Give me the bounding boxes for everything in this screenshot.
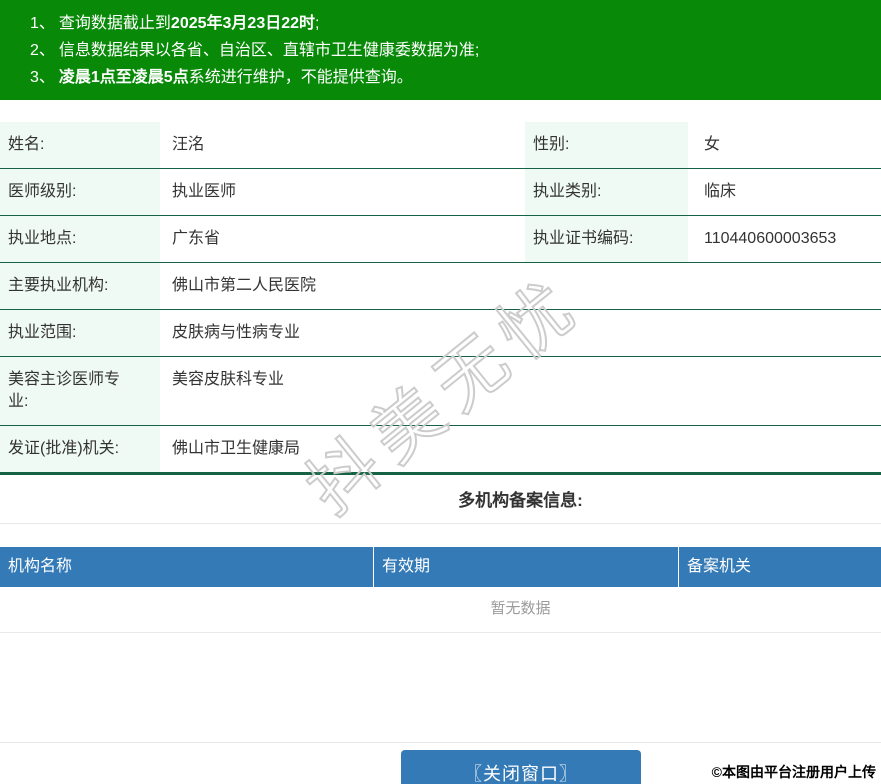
filing-section-title: 多机构备案信息: xyxy=(160,490,881,512)
notice-number: 1、 xyxy=(30,15,55,32)
table-row-name-gender: 姓名: 汪洺 性别: 女 xyxy=(0,122,881,169)
field-label-name: 姓名: xyxy=(0,122,160,168)
field-label-certificate-number: 执业证书编码: xyxy=(525,216,688,262)
table-row-location-certno: 执业地点: 广东省 执业证书编码: 110440600003653 xyxy=(0,216,881,263)
notice-text: 信息数据结果以各省、自治区、直辖市卫生健康委数据为准; xyxy=(59,42,479,59)
field-label-doctor-level: 医师级别: xyxy=(0,169,160,215)
field-value-name: 汪洺 xyxy=(160,122,525,168)
notice-line-2: 2、信息数据结果以各省、自治区、直辖市卫生健康委数据为准; xyxy=(30,37,871,64)
field-value-doctor-level: 执业医师 xyxy=(160,169,525,215)
table-row-practice-scope: 执业范围: 皮肤病与性病专业 xyxy=(0,310,881,357)
field-label-practice-scope: 执业范围: xyxy=(0,310,160,356)
divider-line xyxy=(0,523,881,524)
doctor-license-result-page: 1、查询数据截止到2025年3月23日22时; 2、信息数据结果以各省、自治区、… xyxy=(0,0,881,784)
field-label-issuing-authority: 发证(批准)机关: xyxy=(0,426,160,472)
field-label-main-institution: 主要执业机构: xyxy=(0,263,160,309)
field-value-certificate-number: 110440600003653 xyxy=(688,216,881,262)
filing-table-header: 机构名称 有效期 备案机关 xyxy=(0,547,881,587)
notice-line-1: 1、查询数据截止到2025年3月23日22时; xyxy=(30,10,871,37)
notice-text-bold: 2025年3月23日22时 xyxy=(171,15,315,32)
notice-line-3: 3、凌晨1点至凌晨5点系统进行维护，不能提供查询。 xyxy=(30,64,871,91)
close-window-button[interactable]: 〖关闭窗口〗 xyxy=(401,750,641,784)
field-value-practice-category: 临床 xyxy=(688,169,881,215)
notice-number: 3、 xyxy=(30,69,55,86)
column-header-filing-authority: 备案机关 xyxy=(679,547,881,587)
table-row-main-institution: 主要执业机构: 佛山市第二人民医院 xyxy=(0,263,881,310)
field-label-cosmetic-specialty: 美容主诊医师专业: xyxy=(0,357,160,425)
notice-text: ; xyxy=(315,15,319,32)
field-value-issuing-authority: 佛山市卫生健康局 xyxy=(160,426,881,472)
field-value-practice-scope: 皮肤病与性病专业 xyxy=(160,310,881,356)
column-header-institution-name: 机构名称 xyxy=(0,547,374,587)
field-value-practice-location: 广东省 xyxy=(160,216,525,262)
notice-number: 2、 xyxy=(30,42,55,59)
column-header-validity-period: 有效期 xyxy=(374,547,679,587)
table-row-level-category: 医师级别: 执业医师 执业类别: 临床 xyxy=(0,169,881,216)
empty-data-row: 暂无数据 xyxy=(0,587,881,633)
notice-text: 查询数据截止到 xyxy=(59,15,171,32)
field-value-cosmetic-specialty: 美容皮肤科专业 xyxy=(160,357,881,425)
table-row-cosmetic-specialty: 美容主诊医师专业: 美容皮肤科专业 xyxy=(0,357,881,426)
field-label-practice-location: 执业地点: xyxy=(0,216,160,262)
doctor-info-table: 姓名: 汪洺 性别: 女 医师级别: 执业医师 执业类别: 临床 执业地点: 广… xyxy=(0,122,881,475)
field-label-practice-category: 执业类别: xyxy=(525,169,688,215)
field-label-gender: 性别: xyxy=(525,122,688,168)
attribution-text: ©本图由平台注册用户上传 xyxy=(712,762,876,782)
notice-banner: 1、查询数据截止到2025年3月23日22时; 2、信息数据结果以各省、自治区、… xyxy=(0,0,881,100)
notice-text-bold: 凌晨1点至凌晨5点 xyxy=(59,69,189,86)
field-value-gender: 女 xyxy=(688,122,881,168)
table-row-issuing-authority: 发证(批准)机关: 佛山市卫生健康局 xyxy=(0,426,881,475)
field-value-main-institution: 佛山市第二人民医院 xyxy=(160,263,881,309)
notice-text: 系统进行维护，不能提供查询。 xyxy=(189,69,413,86)
empty-area xyxy=(0,633,881,743)
